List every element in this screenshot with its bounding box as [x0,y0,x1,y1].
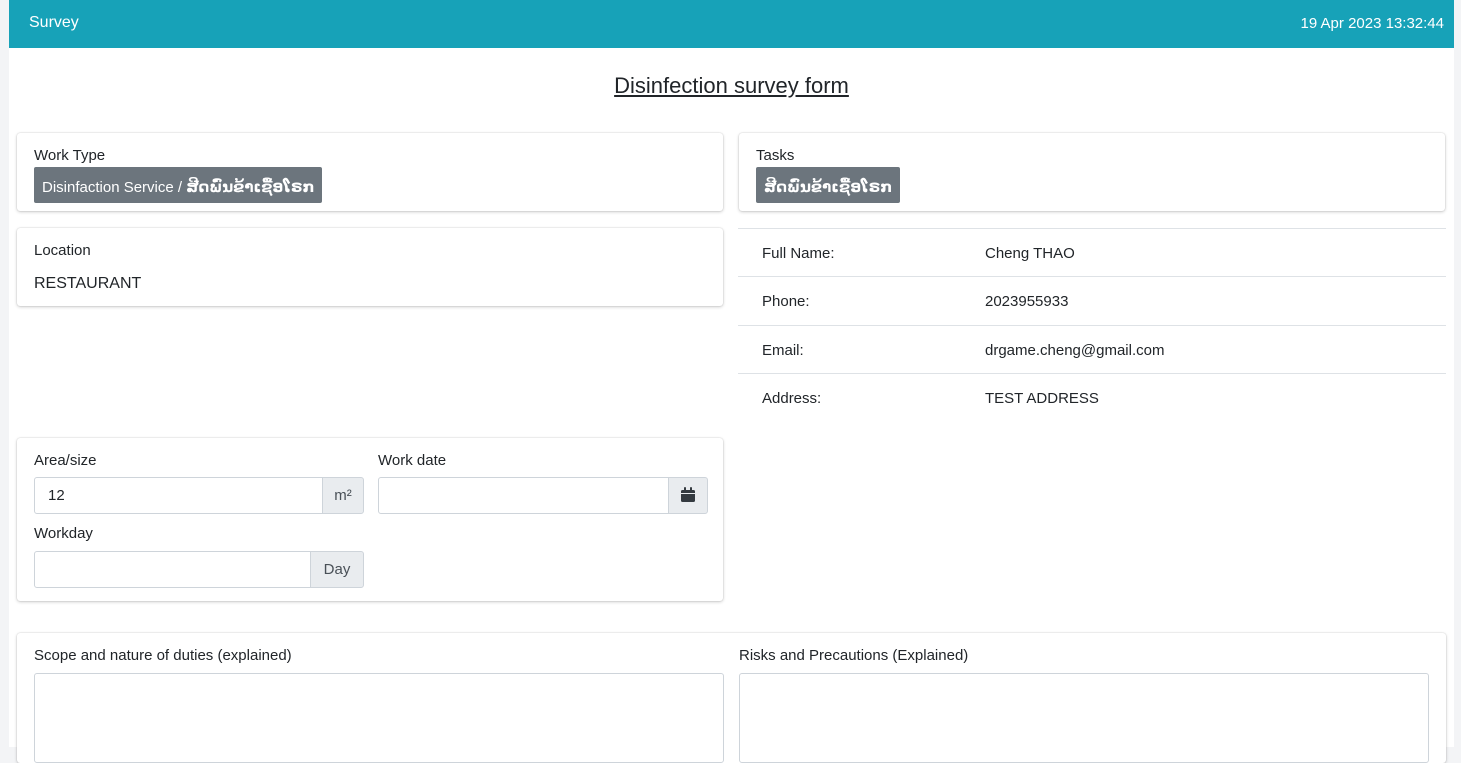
scope-textarea[interactable] [34,673,724,763]
datetime-display: 19 Apr 2023 13:32:44 [1300,15,1444,32]
tasks-label: Tasks [756,147,795,164]
risks-label: Risks and Precautions (Explained) [739,647,969,664]
page-content: Disinfection survey form Work Type Disin… [9,48,1454,763]
customer-row-address: Address: TEST ADDRESS [738,373,1446,422]
work-date-input[interactable] [378,477,669,514]
location-card: Location RESTAURANT [17,228,723,306]
area-input[interactable] [34,477,323,514]
customer-row-email: Email: drgame.cheng@gmail.com [738,325,1446,374]
address-value: TEST ADDRESS [985,390,1099,407]
work-type-label: Work Type [34,147,106,164]
fullname-value: Cheng THAO [985,245,1075,262]
form-title: Disinfection survey form [614,73,849,98]
address-key: Address: [762,390,822,407]
workday-unit-addon: Day [310,551,364,588]
tasks-card: Tasks ສີດພົ່ນຂ້າເຊື້ອໂຣກ [739,133,1445,211]
scope-label: Scope and nature of duties (explained) [34,647,292,664]
app-title: Survey [29,14,79,31]
email-value: drgame.cheng@gmail.com [985,342,1165,359]
workday-label: Workday [34,525,93,542]
customer-row-phone: Phone: 2023955933 [738,276,1446,325]
risks-textarea[interactable] [739,673,1429,763]
work-date-label: Work date [378,452,447,469]
phone-key: Phone: [762,293,810,310]
calendar-button[interactable] [668,477,708,514]
work-type-card: Work Type Disinfaction Service / ສີດພົ່ນ… [17,133,723,211]
work-type-badge-en: Disinfaction Service / [42,179,187,196]
location-label: Location [34,242,91,259]
fullname-key: Full Name: [762,245,835,262]
email-key: Email: [762,342,804,359]
work-type-badge-lao: ສີດພົ່ນຂ້າເຊື້ອໂຣກ [186,179,315,196]
work-type-badge: Disinfaction Service / ສີດພົ່ນຂ້າເຊື້ອໂຣ… [34,167,323,203]
customer-row-fullname: Full Name: Cheng THAO [738,228,1446,277]
work-details-card: Area/size m² Work date Workday Day [17,438,723,601]
workday-input[interactable] [34,551,311,588]
area-label: Area/size [34,452,97,469]
location-value: RESTAURANT [34,275,142,292]
explanations-card: Scope and nature of duties (explained) R… [17,633,1446,763]
area-unit-addon: m² [322,477,364,514]
calendar-icon [681,487,695,503]
tasks-badge: ສີດພົ່ນຂ້າເຊື້ອໂຣກ [756,167,901,203]
phone-value: 2023955933 [985,293,1069,310]
top-bar: Survey 19 Apr 2023 13:32:44 [9,0,1454,48]
